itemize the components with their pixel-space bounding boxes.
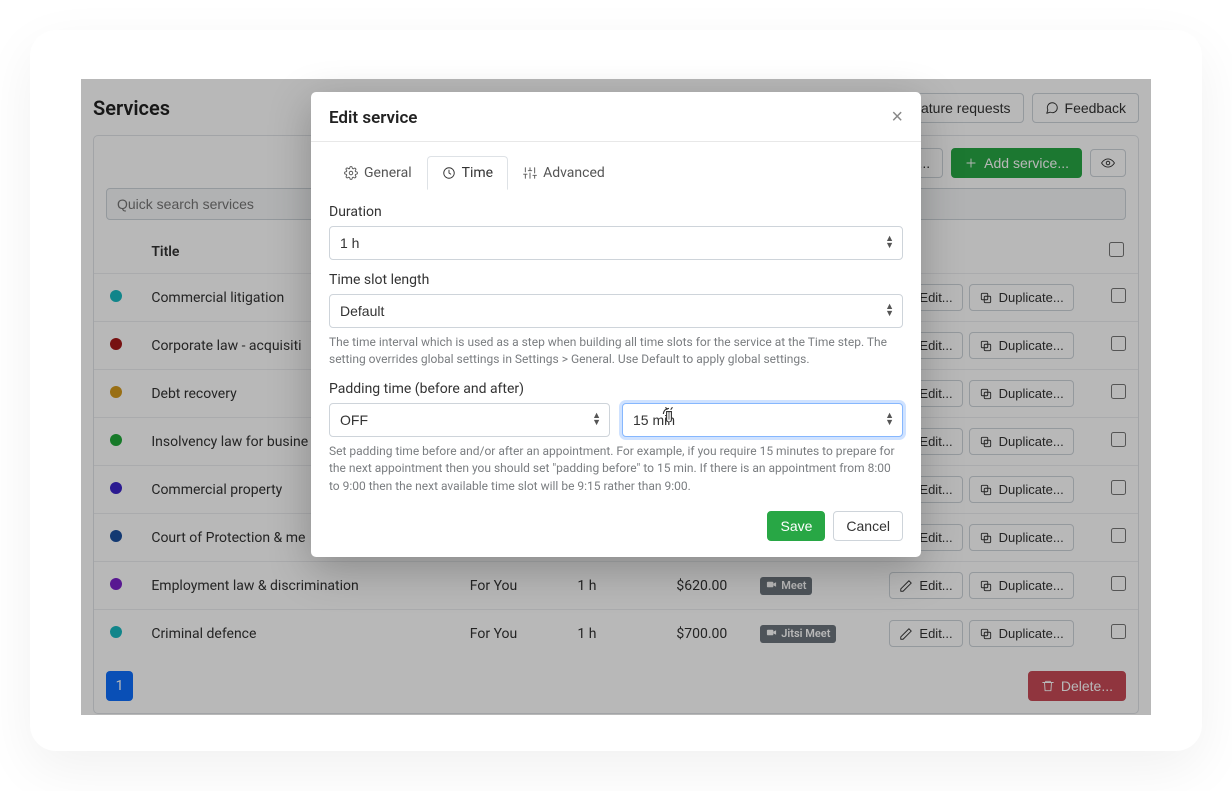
modal-header: Edit service × — [311, 92, 921, 142]
tab-time[interactable]: Time — [427, 156, 508, 190]
slot-select-wrap: Default ▲▼ — [329, 294, 903, 328]
gear-icon — [344, 166, 358, 180]
sliders-icon — [523, 166, 537, 180]
slot-select[interactable]: Default — [329, 294, 903, 328]
close-icon: × — [891, 106, 903, 128]
clock-icon — [442, 166, 456, 180]
tab-advanced-label: Advanced — [543, 165, 605, 181]
padding-after-select[interactable]: 15 min — [622, 403, 903, 437]
padding-label: Padding time (before and after) — [329, 381, 903, 397]
padding-before-select[interactable]: OFF — [329, 403, 610, 437]
duration-label: Duration — [329, 204, 903, 220]
close-button[interactable]: × — [891, 106, 903, 129]
tab-general[interactable]: General — [329, 156, 427, 190]
slot-help-text: The time interval which is used as a ste… — [329, 334, 903, 369]
cancel-label: Cancel — [846, 518, 890, 534]
tab-time-label: Time — [462, 165, 493, 181]
padding-help-text: Set padding time before and/or after an … — [329, 443, 903, 495]
duration-select[interactable]: 1 h — [329, 226, 903, 260]
tab-advanced[interactable]: Advanced — [508, 156, 620, 190]
padding-before-wrap: OFF ▲▼ — [329, 403, 610, 437]
save-button[interactable]: Save — [767, 511, 825, 541]
tab-general-label: General — [364, 165, 412, 181]
padding-after-wrap: 15 min ▲▼ — [622, 403, 903, 437]
edit-service-modal: Edit service × General Time — [311, 92, 921, 557]
duration-select-wrap: 1 h ▲▼ — [329, 226, 903, 260]
modal-body: General Time Advanced Duration 1 h ▲▼ — [311, 142, 921, 499]
slot-label: Time slot length — [329, 272, 903, 288]
modal-tabs: General Time Advanced — [329, 156, 903, 190]
cancel-button[interactable]: Cancel — [833, 511, 903, 541]
modal-title: Edit service — [329, 108, 417, 128]
modal-footer: Save Cancel — [311, 499, 921, 557]
padding-row: OFF ▲▼ 15 min ▲▼ — [329, 403, 903, 437]
save-label: Save — [780, 518, 812, 534]
